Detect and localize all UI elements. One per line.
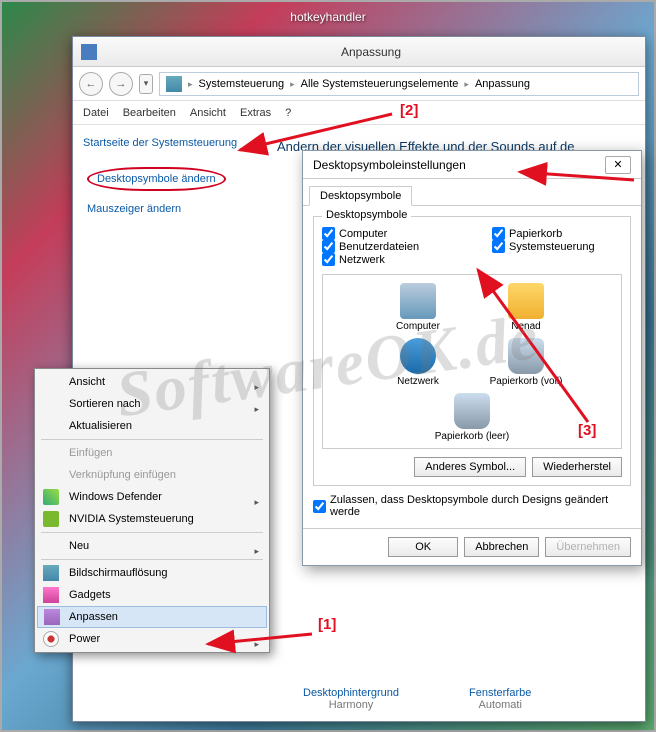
back-button[interactable]: ←	[79, 72, 103, 96]
ctx-item: Einfügen	[37, 442, 267, 464]
ctx-item[interactable]: Windows Defender	[37, 486, 267, 508]
pw-icon	[43, 631, 59, 647]
menu-view[interactable]: Ansicht	[190, 107, 226, 119]
ctx-item: Verknüpfung einfügen	[37, 464, 267, 486]
desktop-icons-dialog: Desktopsymboleinstellungen ✕ Desktopsymb…	[302, 150, 642, 566]
sidebar-link-cursor[interactable]: Mauszeiger ändern	[83, 197, 253, 221]
ctx-item[interactable]: Aktualisieren	[37, 415, 267, 437]
check-control-panel[interactable]: Systemsteuerung	[492, 240, 622, 253]
menu-edit[interactable]: Bearbeiten	[123, 107, 176, 119]
pers-icon	[44, 609, 60, 625]
ctx-item[interactable]: Bildschirmauflösung	[37, 562, 267, 584]
menu-help[interactable]: ?	[285, 107, 291, 119]
window-icon	[81, 44, 97, 60]
icon-user[interactable]: Nenad	[481, 283, 571, 332]
menu-extras[interactable]: Extras	[240, 107, 271, 119]
ctx-item[interactable]: NVIDIA Systemsteuerung	[37, 508, 267, 530]
menu-file[interactable]: Datei	[83, 107, 109, 119]
gd-icon	[43, 587, 59, 603]
menu-bar: Datei Bearbeiten Ansicht Extras ?	[73, 101, 645, 125]
titlebar: Anpassung	[73, 37, 645, 67]
close-button[interactable]: ✕	[605, 156, 631, 174]
forward-button[interactable]: →	[109, 72, 133, 96]
link-background[interactable]: Desktophintergrund	[303, 687, 399, 699]
sidebar-home[interactable]: Startseite der Systemsteuerung	[83, 137, 253, 149]
address-bar[interactable]: Systemsteuerung Alle Systemsteuerungsele…	[159, 72, 639, 96]
tab-desktop-icons[interactable]: Desktopsymbole	[309, 186, 412, 206]
nav-bar: ← → ▾ Systemsteuerung Alle Systemsteueru…	[73, 67, 645, 101]
ctx-item[interactable]: Neu	[37, 535, 267, 557]
ctx-item[interactable]: Ansicht	[37, 371, 267, 393]
icon-bin-empty[interactable]: Papierkorb (leer)	[427, 393, 517, 442]
link-window-color[interactable]: Fensterfarbe	[469, 687, 531, 699]
check-user-files[interactable]: Benutzerdateien	[322, 240, 452, 253]
bottom-links: DesktophintergrundHarmony FensterfarbeAu…	[303, 687, 635, 711]
ok-button[interactable]: OK	[388, 537, 458, 557]
group-desktop-icons: Desktopsymbole Computer Benutzerdateien …	[313, 216, 631, 486]
desktop-context-menu: AnsichtSortieren nachAktualisieren Einfüg…	[34, 368, 270, 653]
breadcrumb[interactable]: Alle Systemsteuerungselemente	[301, 78, 459, 90]
ctx-item[interactable]: Anpassen	[37, 606, 267, 628]
icon-computer[interactable]: Computer	[373, 283, 463, 332]
sidebar-link-desktop-icons[interactable]: Desktopsymbole ändern	[83, 161, 253, 197]
icon-bin-full[interactable]: Papierkorb (voll)	[481, 338, 571, 387]
breadcrumb[interactable]: Systemsteuerung	[199, 78, 285, 90]
ctx-item[interactable]: Power	[37, 628, 267, 650]
scr-icon	[43, 565, 59, 581]
dialog-titlebar: Desktopsymboleinstellungen ✕	[303, 151, 641, 179]
check-computer[interactable]: Computer	[322, 227, 452, 240]
cancel-button[interactable]: Abbrechen	[464, 537, 539, 557]
nv-icon	[43, 511, 59, 527]
history-dropdown[interactable]: ▾	[139, 74, 153, 94]
allow-themes-check[interactable]: Zulassen, dass Desktopsymbole durch Desi…	[313, 494, 631, 518]
icon-preview-list: Computer Nenad Netzwerk Papierkorb (voll…	[322, 274, 622, 449]
breadcrumb[interactable]: Anpassung	[475, 78, 530, 90]
restore-button[interactable]: Wiederherstel	[532, 457, 622, 477]
window-title: Anpassung	[105, 45, 637, 59]
other-icon-button[interactable]: Anderes Symbol...	[414, 457, 526, 477]
dialog-title: Desktopsymboleinstellungen	[313, 158, 466, 172]
float-title: hotkeyhandler	[290, 10, 365, 24]
check-recycle-bin[interactable]: Papierkorb	[492, 227, 622, 240]
ctx-item[interactable]: Sortieren nach	[37, 393, 267, 415]
check-network[interactable]: Netzwerk	[322, 253, 452, 266]
shield-icon	[43, 489, 59, 505]
icon-network[interactable]: Netzwerk	[373, 338, 463, 387]
ctx-item[interactable]: Gadgets	[37, 584, 267, 606]
apply-button[interactable]: Übernehmen	[545, 537, 631, 557]
control-panel-icon	[166, 76, 182, 92]
